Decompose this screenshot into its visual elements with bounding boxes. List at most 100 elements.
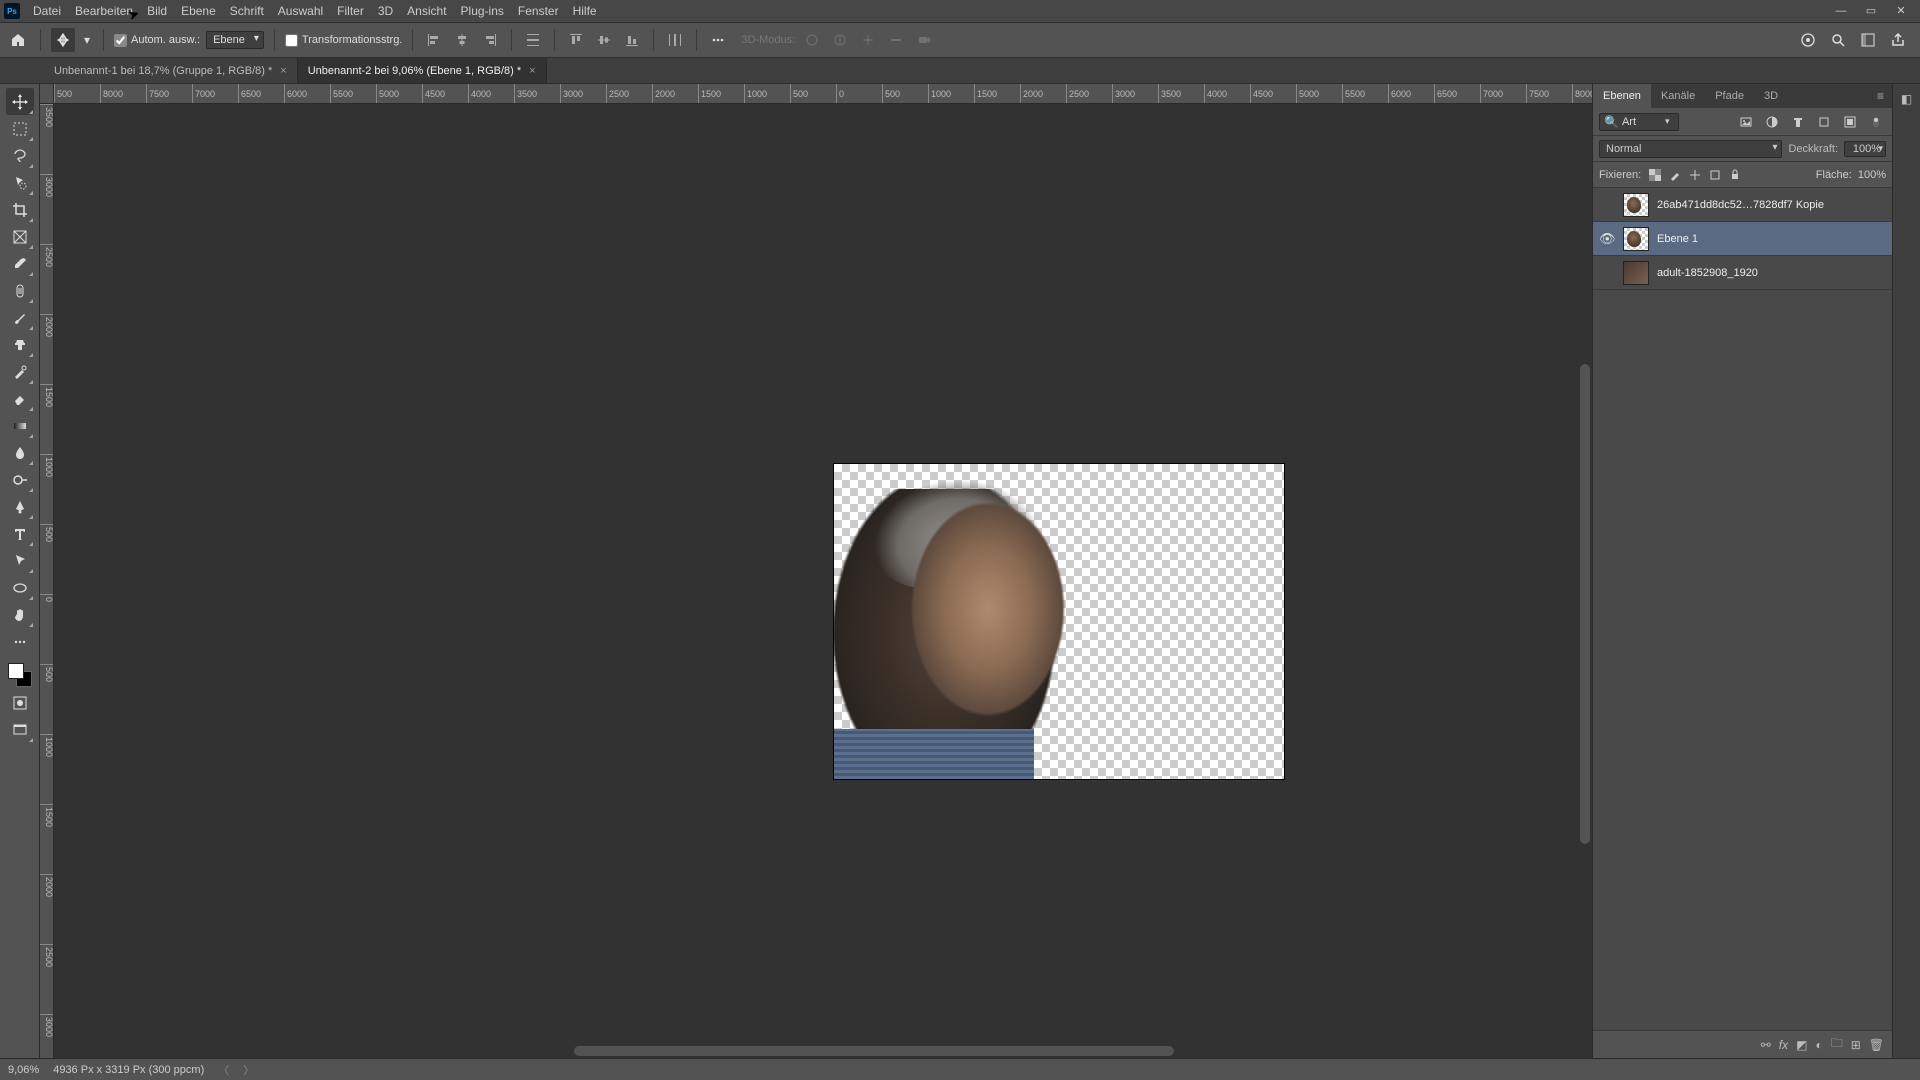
healing-brush-tool[interactable] [6, 277, 34, 304]
filter-pixel-icon[interactable] [1736, 112, 1756, 132]
canvas-horizontal-scrollbar[interactable] [574, 1046, 1174, 1056]
layer-mask-icon[interactable]: ◩ [1796, 1038, 1807, 1052]
search-button[interactable] [1828, 30, 1848, 50]
canvas-vertical-scrollbar[interactable] [1580, 364, 1590, 844]
type-tool[interactable] [6, 520, 34, 547]
ruler-origin[interactable] [40, 84, 54, 104]
document-artboard[interactable] [834, 464, 1284, 779]
lock-all-icon[interactable] [1727, 167, 1743, 183]
screen-mode-button[interactable] [6, 716, 34, 743]
status-chevron-right[interactable]: 〉 [243, 1062, 254, 1078]
window-maximize-button[interactable]: ▭ [1856, 0, 1886, 22]
history-brush-tool[interactable] [6, 358, 34, 385]
frame-tool[interactable] [6, 223, 34, 250]
opacity-input[interactable]: 100% [1844, 141, 1886, 157]
canvas[interactable] [54, 104, 1592, 1058]
new-layer-icon[interactable]: ⊞ [1851, 1038, 1861, 1052]
layer-filter-type[interactable]: 🔍 ▾ [1599, 113, 1679, 131]
3d-slide-button[interactable] [885, 29, 907, 51]
menu-bearbeiten[interactable]: Bearbeiten [68, 0, 140, 22]
panel-menu-button[interactable]: ≡ [1869, 89, 1892, 103]
layer-name-1[interactable]: Ebene 1 [1657, 233, 1698, 245]
move-tool[interactable] [6, 88, 34, 115]
layer-group-icon[interactable]: 🗀 [1831, 1034, 1843, 1055]
zoom-level[interactable]: 9,06% [8, 1064, 39, 1076]
3d-roll-button[interactable] [829, 29, 851, 51]
color-swatches[interactable] [6, 661, 34, 689]
layer-name-2[interactable]: adult-1852908_1920 [1657, 267, 1758, 279]
menu-ansicht[interactable]: Ansicht [400, 0, 453, 22]
eyedropper-tool[interactable] [6, 250, 34, 277]
document-tab-2-close[interactable]: × [529, 65, 535, 77]
menu-plugins[interactable]: Plug-ins [454, 0, 511, 22]
document-dimensions[interactable]: 4936 Px x 3319 Px (300 ppcm) [53, 1064, 204, 1076]
more-align-button[interactable] [707, 29, 729, 51]
document-tab-1-close[interactable]: × [280, 65, 286, 77]
filter-shape-icon[interactable] [1814, 112, 1834, 132]
layer-row-2[interactable]: adult-1852908_1920 [1593, 256, 1892, 290]
quick-select-tool[interactable] [6, 169, 34, 196]
layer-name-0[interactable]: 26ab471dd8dc52…7828df7 Kopie [1657, 199, 1824, 211]
panel-tab-pfade[interactable]: Pfade [1705, 84, 1754, 108]
link-layers-icon[interactable]: ⚯ [1761, 1038, 1771, 1052]
filter-adjust-icon[interactable] [1762, 112, 1782, 132]
dodge-tool[interactable] [6, 466, 34, 493]
crop-tool[interactable] [6, 196, 34, 223]
layer-thumb-0[interactable] [1623, 193, 1649, 217]
window-close-button[interactable]: ✕ [1886, 0, 1916, 22]
align-center-v-button[interactable] [593, 29, 615, 51]
document-tab-1[interactable]: Unbenannt-1 bei 18,7% (Gruppe 1, RGB/8) … [44, 58, 298, 83]
status-chevron-left[interactable]: 〈 [218, 1062, 229, 1078]
adjustment-layer-icon[interactable]: ◐ [1815, 1038, 1822, 1052]
vertical-ruler[interactable]: 3500300025002000150010005000500100015002… [40, 104, 54, 1058]
blur-tool[interactable] [6, 439, 34, 466]
menu-schrift[interactable]: Schrift [223, 0, 271, 22]
active-tool-icon[interactable] [51, 28, 75, 52]
menu-ebene[interactable]: Ebene [174, 0, 223, 22]
pen-tool[interactable] [6, 493, 34, 520]
blend-mode-dropdown[interactable]: Normal [1599, 140, 1782, 158]
distribute-button[interactable] [522, 29, 544, 51]
menu-filter[interactable]: Filter [330, 0, 371, 22]
panel-tab-ebenen[interactable]: Ebenen [1593, 84, 1651, 108]
brush-tool[interactable] [6, 304, 34, 331]
auto-select-checkbox[interactable]: Autom. ausw.: [114, 34, 200, 47]
shape-tool[interactable] [6, 574, 34, 601]
lasso-tool[interactable] [6, 142, 34, 169]
delete-layer-icon[interactable]: 🗑 [1869, 1038, 1884, 1052]
auto-select-target-dropdown[interactable]: Ebene [206, 31, 264, 49]
document-tab-2[interactable]: Unbenannt-2 bei 9,06% (Ebene 1, RGB/8) *… [298, 58, 547, 83]
panel-tab-3d[interactable]: 3D [1754, 84, 1788, 108]
menu-auswahl[interactable]: Auswahl [271, 0, 330, 22]
lock-artboard-icon[interactable] [1707, 167, 1723, 183]
3d-camera-button[interactable] [913, 29, 935, 51]
edit-toolbar-button[interactable] [6, 628, 34, 655]
path-select-tool[interactable] [6, 547, 34, 574]
foreground-color-swatch[interactable] [8, 663, 24, 679]
align-right-button[interactable] [479, 29, 501, 51]
distribute-v-button[interactable] [664, 29, 686, 51]
layer-fx-icon[interactable]: fx [1779, 1038, 1788, 1052]
3d-orbit-button[interactable] [801, 29, 823, 51]
lock-pixels-icon[interactable] [1667, 167, 1683, 183]
quick-mask-button[interactable] [6, 689, 34, 716]
filter-toggle[interactable] [1866, 112, 1886, 132]
menu-hilfe[interactable]: Hilfe [566, 0, 604, 22]
eraser-tool[interactable] [6, 385, 34, 412]
marquee-tool[interactable] [6, 115, 34, 142]
home-button[interactable] [6, 28, 30, 52]
clone-stamp-tool[interactable] [6, 331, 34, 358]
workspace-button[interactable] [1858, 30, 1878, 50]
filter-type-icon[interactable] [1788, 112, 1808, 132]
gradient-tool[interactable] [6, 412, 34, 439]
window-minimize-button[interactable]: — [1826, 0, 1856, 22]
menu-3d[interactable]: 3D [371, 0, 400, 22]
filter-smart-icon[interactable] [1840, 112, 1860, 132]
share-button[interactable] [1888, 30, 1908, 50]
collapsed-panel-icon[interactable]: ◧ [1901, 92, 1912, 106]
layer-thumb-1[interactable] [1623, 227, 1649, 251]
menu-fenster[interactable]: Fenster [511, 0, 566, 22]
lock-transparent-icon[interactable] [1647, 167, 1663, 183]
panel-tab-kanaele[interactable]: Kanäle [1651, 84, 1705, 108]
fill-input[interactable]: 100% [1858, 169, 1886, 181]
